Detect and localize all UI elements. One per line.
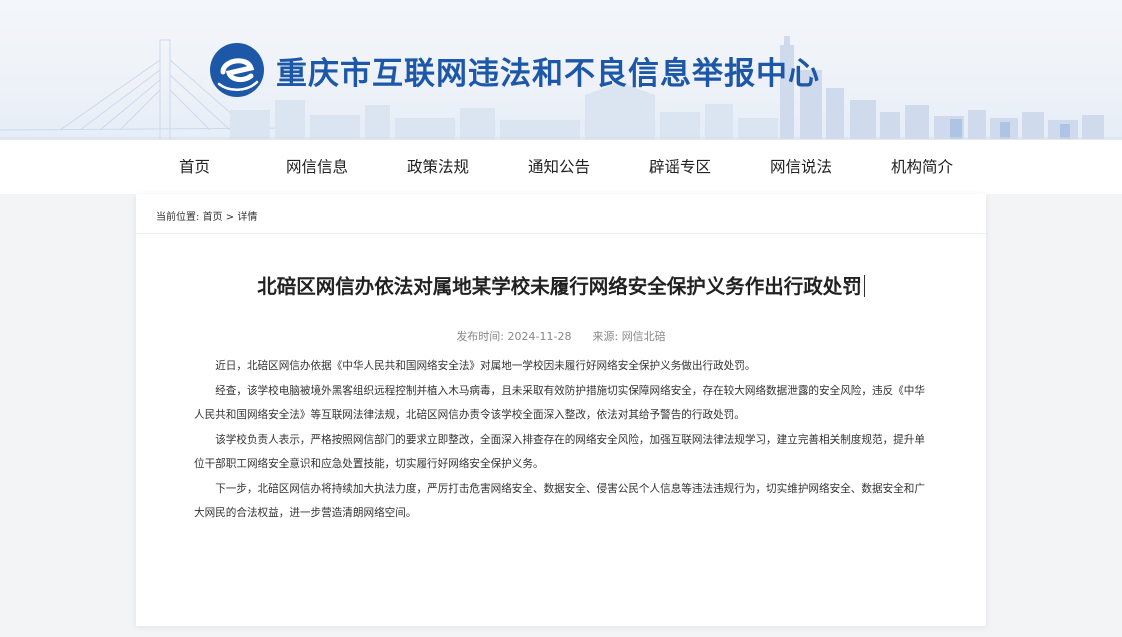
article-title: 北碚区网信办依法对属地某学校未履行网络安全保护义务作出行政处罚 <box>136 270 986 299</box>
article-paragraph: 近日，北碚区网信办依据《中华人民共和国网络安全法》对属地一学校因未履行好网络安全… <box>215 360 756 372</box>
main-nav: 首页 网信信息 政策法规 通知公告 辟谣专区 网信说法 机构简介 <box>0 139 1122 194</box>
site-title: 重庆市互联网违法和不良信息举报中心 <box>276 56 820 92</box>
article-card: 当前位置: 首页 > 详情 北碚区网信办依法对属地某学校未履行网络安全保护义务作… <box>136 194 986 626</box>
article-title-text: 北碚区网信办依法对属地某学校未履行网络安全保护义务作出行政处罚 <box>257 275 862 298</box>
nav-item-cyber-law[interactable]: 网信说法 <box>770 140 832 195</box>
source-name: 网信北碚 <box>621 330 666 343</box>
header-banner: 重庆市互联网违法和不良信息举报中心 <box>0 0 1122 139</box>
divider <box>136 233 986 234</box>
nav-item-rumor-refuting[interactable]: 辟谣专区 <box>649 140 711 195</box>
breadcrumb-separator: > <box>225 212 235 223</box>
article-paragraph: 下一步，北碚区网信办将持续加大执法力度，严厉打击危害网络安全、数据安全、侵害公民… <box>194 482 925 520</box>
nav-item-about[interactable]: 机构简介 <box>891 140 953 195</box>
publish-date-label: 发布时间: <box>456 330 505 343</box>
nav-item-home[interactable]: 首页 <box>179 140 210 195</box>
article-body: 近日，北碚区网信办依据《中华人民共和国网络安全法》对属地一学校因未履行好网络安全… <box>194 354 930 526</box>
breadcrumb-home-link[interactable]: 首页 <box>203 212 223 223</box>
article-meta: 发布时间: 2024-11-28 来源: 网信北碚 <box>136 328 986 344</box>
breadcrumb: 当前位置: 首页 > 详情 <box>156 208 257 223</box>
breadcrumb-prefix: 当前位置: <box>156 212 200 223</box>
article-paragraph: 经查，该学校电脑被境外黑客组织远程控制并植入木马病毒，且未采取有效防护措施切实保… <box>194 384 925 422</box>
source-label: 来源: <box>592 330 619 343</box>
text-cursor <box>863 275 865 297</box>
breadcrumb-current: 详情 <box>237 212 258 223</box>
nav-item-cyber-info[interactable]: 网信信息 <box>286 140 348 195</box>
e-logo-icon[interactable] <box>209 42 265 98</box>
nav-item-policies[interactable]: 政策法规 <box>407 140 469 195</box>
nav-item-notices[interactable]: 通知公告 <box>528 140 590 195</box>
article-paragraph: 该学校负责人表示，严格按照网信部门的要求立即整改，全面深入排查存在的网络安全风险… <box>194 433 925 471</box>
publish-date: 2024-11-28 <box>507 330 572 343</box>
